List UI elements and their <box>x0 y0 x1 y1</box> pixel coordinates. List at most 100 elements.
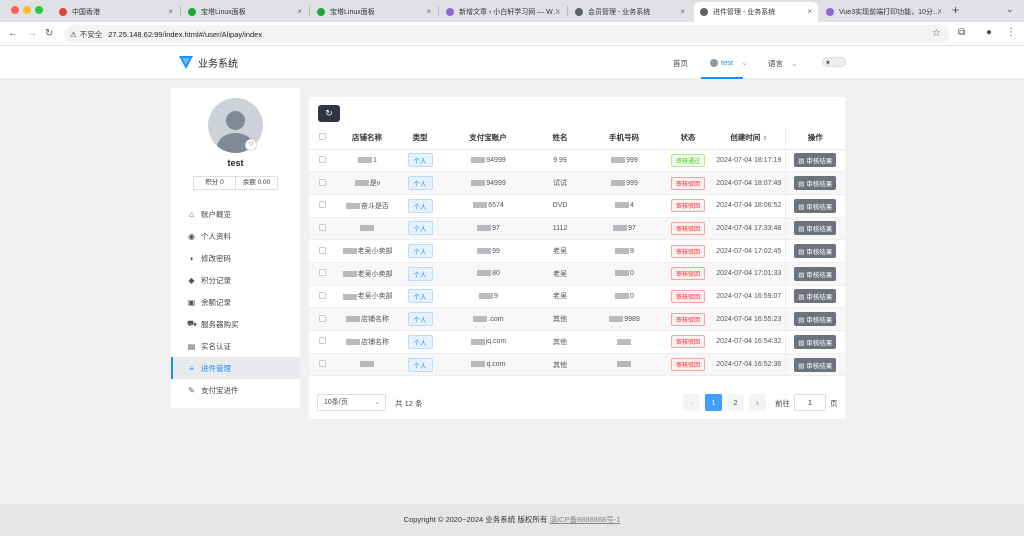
browser-tab[interactable]: 进件管理 - 业务系统 × <box>694 2 818 22</box>
browser-tab[interactable]: 中国香港 × <box>53 2 179 22</box>
review-result-button[interactable]: ▤ 审核结果 <box>794 176 837 191</box>
review-result-button[interactable]: ▤ 审核结果 <box>794 244 837 259</box>
cell-name: 老吴 <box>535 285 585 309</box>
close-tab-icon[interactable]: × <box>426 7 431 16</box>
url-text[interactable]: 27.25.148.62:99/index.html#/user/Alipay/… <box>108 30 262 39</box>
redacted-block <box>346 316 360 323</box>
sidebar-item[interactable]: ⌂ 账户概览 <box>171 203 300 225</box>
sidebar-item[interactable]: ✎ 支付宝进件 <box>171 379 300 401</box>
redacted-block <box>358 157 373 163</box>
row-checkbox[interactable] <box>309 239 335 263</box>
redacted-block <box>615 293 630 300</box>
type-tag: 个人 <box>407 244 433 259</box>
close-tab-icon[interactable]: × <box>937 7 942 16</box>
next-page-button[interactable]: › <box>749 394 766 411</box>
page-1-button[interactable]: 1 <box>705 394 722 411</box>
account-value: .com <box>488 315 504 323</box>
cell-phone: 9 <box>585 239 663 263</box>
close-tab-icon[interactable]: × <box>297 7 302 16</box>
row-checkbox[interactable] <box>309 285 335 309</box>
nav-home[interactable]: 首页 <box>673 58 688 69</box>
select-all-checkbox[interactable] <box>309 127 335 150</box>
back-button[interactable]: ← <box>8 28 18 39</box>
redacted-block <box>354 180 369 187</box>
review-result-button[interactable]: ▤ 审核结果 <box>794 153 837 168</box>
row-checkbox[interactable] <box>309 307 335 331</box>
row-checkbox[interactable] <box>309 194 335 218</box>
review-result-button[interactable]: ▤ 审核结果 <box>794 221 837 236</box>
created-time-value: 2024-07-04 16:54:32 <box>716 338 782 346</box>
cell-status: 审核驳回 <box>663 217 713 241</box>
col-created[interactable]: 创建时间 ⇕ <box>713 127 785 150</box>
forward-button[interactable]: → <box>27 28 37 39</box>
row-checkbox[interactable] <box>309 262 335 286</box>
page-size-select[interactable]: 10条/页 ⌄ <box>317 394 386 411</box>
created-time-value: 2024-07-04 18:06:52 <box>716 202 782 210</box>
url-bar[interactable]: ⚠ 不安全 27.25.148.62:99/index.html#/user/A… <box>64 25 949 43</box>
nav-lang-label: 语言 <box>768 59 783 68</box>
sidebar-item[interactable]: ▤ 实名认证 <box>171 335 300 357</box>
created-time-value: 2024-07-04 16:52:36 <box>716 361 782 369</box>
close-tab-icon[interactable]: × <box>807 7 812 16</box>
sidebar-item[interactable]: ≡ 进件管理 <box>171 357 300 379</box>
review-result-button[interactable]: ▤ 审核结果 <box>794 289 837 304</box>
row-checkbox[interactable] <box>309 217 335 241</box>
redacted-block <box>477 247 492 254</box>
maximize-window-button[interactable] <box>35 6 43 14</box>
refresh-button[interactable]: ↻ <box>318 105 340 122</box>
bookmark-star-icon[interactable]: ☆ <box>932 28 941 39</box>
footer: Copyright © 2020~2024 业务系统 版权所有 滇ICP备888… <box>0 504 1024 536</box>
browser-tab[interactable]: 新增文章 ‹ 小白轩学习网 — W… × <box>440 2 566 22</box>
profile-icon[interactable]: ● <box>986 27 992 38</box>
page-2-button[interactable]: 2 <box>727 394 744 411</box>
row-checkbox[interactable] <box>309 171 335 195</box>
cell-actions: ▤ 审核结果 <box>784 149 845 173</box>
redacted-block <box>342 293 357 300</box>
nav-language-menu[interactable]: 语言 ⌄ <box>768 58 797 69</box>
theme-toggle[interactable]: ✶ <box>822 57 846 67</box>
review-result-button[interactable]: ▤ 审核结果 <box>794 357 837 372</box>
account-value: 94999 <box>486 179 506 187</box>
reload-button[interactable]: ↻ <box>45 28 53 39</box>
close-tab-icon[interactable]: × <box>555 7 560 16</box>
sidebar-item-label: 积分记录 <box>201 275 231 285</box>
sidebar-item[interactable]: ▣ 余额记录 <box>171 291 300 313</box>
tab-search-icon[interactable]: ⌄ <box>1006 4 1014 15</box>
col-created-label: 创建时间 <box>730 133 761 143</box>
review-result-button[interactable]: ▤ 审核结果 <box>794 334 837 349</box>
review-result-button[interactable]: ▤ 审核结果 <box>794 266 837 281</box>
row-checkbox[interactable] <box>309 353 335 377</box>
sidebar-item[interactable]: ◆ 积分记录 <box>171 269 300 291</box>
balance-value: 余额 0.00 <box>242 179 271 186</box>
browser-tab[interactable]: 会员管理 - 业务系统 × <box>569 2 691 22</box>
cell-shop: 是v <box>335 171 399 195</box>
nav-user-menu[interactable]: test ⌄ <box>710 58 747 68</box>
cell-shop <box>335 217 399 241</box>
icp-link[interactable]: 滇ICP备8888888号-1 <box>549 515 620 524</box>
type-tag: 个人 <box>407 153 433 168</box>
sidebar-item[interactable]: ◉ 个人资料 <box>171 225 300 247</box>
redacted-block <box>611 157 626 163</box>
close-tab-icon[interactable]: × <box>168 7 173 16</box>
new-tab-button[interactable]: + <box>952 3 959 17</box>
browser-tab[interactable]: 宝塔Linux面板 × <box>182 2 308 22</box>
row-checkbox[interactable] <box>309 330 335 354</box>
app-logo[interactable]: 业务系统 <box>178 54 238 70</box>
browser-tab[interactable]: Vue3实现前端打印功能，10分… × <box>820 2 948 22</box>
prev-page-button[interactable]: ‹ <box>683 394 700 411</box>
status-badge: 审核驳回 <box>670 176 705 190</box>
sidebar-item[interactable]: ⛟ 服务器购买 <box>171 313 300 335</box>
goto-page-input[interactable]: 1 <box>794 394 826 411</box>
browser-menu-icon[interactable]: ⋮ <box>1006 27 1016 38</box>
minimize-window-button[interactable] <box>23 6 31 14</box>
close-window-button[interactable] <box>11 6 19 14</box>
sort-icon[interactable]: ⇕ <box>762 136 767 142</box>
extensions-icon[interactable]: ⧉ <box>958 27 965 38</box>
browser-tab[interactable]: 宝塔Linux面板 × <box>311 2 437 22</box>
sidebar-username: test <box>227 158 244 168</box>
review-result-button[interactable]: ▤ 审核结果 <box>794 312 837 327</box>
sidebar-item[interactable]: ◖ 修改密码 <box>171 247 300 269</box>
review-result-button[interactable]: ▤ 审核结果 <box>794 198 837 213</box>
close-tab-icon[interactable]: × <box>680 7 685 16</box>
row-checkbox[interactable] <box>309 149 335 173</box>
